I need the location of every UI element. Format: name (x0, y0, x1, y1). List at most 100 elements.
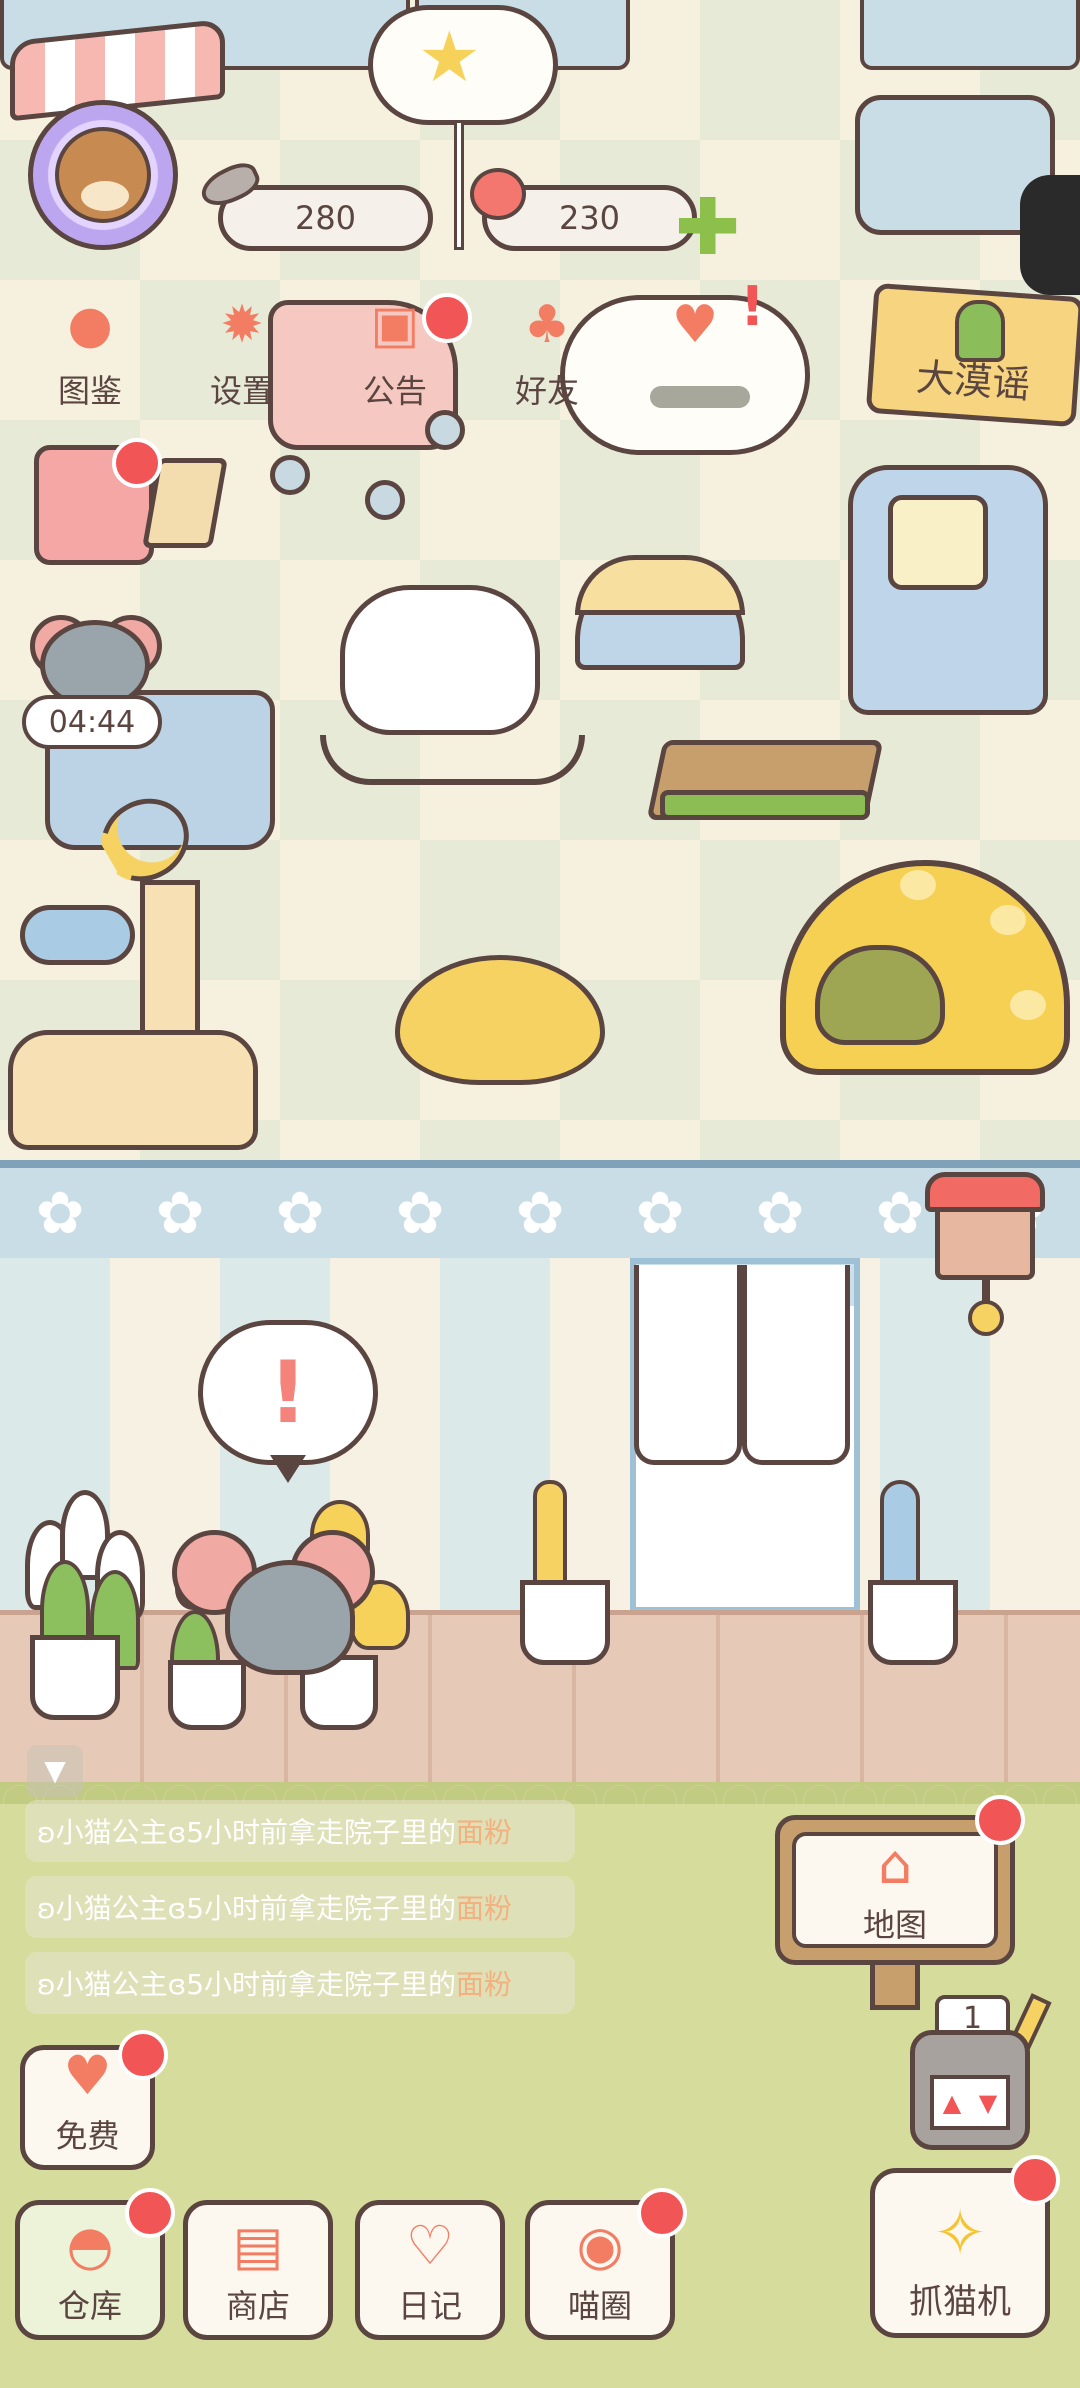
star-icon: ★ (418, 16, 481, 98)
storage-icon: ◓ (66, 2214, 114, 2277)
nav-shop-button[interactable]: ▤ 商店 (183, 2200, 333, 2340)
cat-tree[interactable] (8, 1030, 258, 1150)
flower-icon: ✿ (35, 1179, 85, 1247)
easel-notification-dot (112, 438, 162, 488)
log-entry-item: 面粉 (456, 1892, 513, 1925)
arcade-screen (888, 495, 988, 590)
alert-speech-bubble[interactable]: ! (198, 1320, 378, 1465)
log-collapse-button[interactable]: ▼ (27, 1745, 83, 1797)
grumpy-mouse-visitor[interactable] (225, 1560, 355, 1675)
mushroom-spot (900, 870, 936, 900)
nav-meow-circle-label: 喵圈 (567, 2287, 632, 2325)
shop-icon: ▤ (232, 2214, 284, 2277)
heart-broken-icon: ♥ (671, 295, 719, 355)
flower-icon: ✿ (395, 1179, 445, 1247)
fish-currency-value: 280 (294, 199, 357, 237)
cuckoo-clock-roof (925, 1172, 1045, 1212)
top-wall-right (860, 0, 1080, 70)
house-icon: ⌂ (877, 1833, 913, 1896)
planet-cat-icon: ◉ (576, 2214, 624, 2277)
menu-encyclopedia-label: 图鉴 (57, 372, 122, 410)
log-entry-text: ʚ小猫公主ɞ5小时前拿走院子里的 (37, 1816, 457, 1849)
cherry-currency-value: 230 (558, 199, 621, 237)
mouse-timer: 04:44 (22, 695, 162, 749)
lily-pot[interactable] (30, 1635, 120, 1720)
speech-bubble-tail (270, 1455, 306, 1483)
meow-circle-notification-dot (637, 2188, 687, 2238)
claw-icon: ✧ (933, 2197, 987, 2271)
wall-flower-border: ✿ ✿ ✿ ✿ ✿ ✿ ✿ ✿ ✿ (0, 1168, 1080, 1258)
broom (533, 1480, 567, 1590)
sign-post (870, 1960, 920, 2010)
nav-diary-label: 日记 (397, 2287, 462, 2325)
menu-settings-button[interactable]: ✹ 设置 (182, 290, 302, 420)
friend-alert-icon: ! (740, 275, 765, 338)
diary-icon: ♡ (405, 2214, 455, 2277)
menu-settings-label: 设置 (209, 372, 274, 410)
tiktok-side-icon[interactable] (1020, 175, 1080, 295)
rocking-horse-base (320, 735, 585, 785)
free-reward-label: 免费 (55, 2117, 120, 2155)
announcement-notification-dot (422, 293, 472, 343)
log-entry: ʚ小猫公主ɞ5小时前拿走院子里的 面粉 (25, 1800, 575, 1862)
log-entry-text: ʚ小猫公主ɞ5小时前拿走院子里的 (37, 1892, 457, 1925)
slot-window: ▲ ▼ (930, 2075, 1010, 2130)
broom-bucket[interactable] (520, 1580, 610, 1665)
flower-icon: ✿ (515, 1179, 565, 1247)
door-curtain-left (634, 1265, 742, 1465)
up-arrow-icon: ▲ (942, 2088, 962, 2117)
rocking-horse[interactable] (340, 585, 540, 735)
nav-shop-label: 商店 (225, 2287, 290, 2325)
log-entry-item: 面粉 (456, 1968, 513, 2001)
log-entry-item: 面粉 (456, 1816, 513, 1849)
flower-icon: ✿ (275, 1179, 325, 1247)
player-avatar[interactable] (28, 100, 178, 250)
door-curtain-right (742, 1265, 850, 1465)
log-entry: ʚ小猫公主ɞ5小时前拿走院子里的 面粉 (25, 1952, 575, 2014)
cloud-pole (454, 120, 464, 250)
nav-diary-button[interactable]: ♡ 日记 (355, 2200, 505, 2340)
menu-announcement-label: 公告 (362, 372, 427, 410)
menu-encyclopedia-button[interactable]: ● 图鉴 (30, 290, 150, 420)
map-notification-dot (975, 1795, 1025, 1845)
avatar-bear-face (55, 127, 151, 223)
map-sign-board: ⌂ 地图 (792, 1832, 998, 1948)
exclamation-icon: ! (268, 1342, 308, 1443)
claw-machine-label: 抓猫机 (909, 2282, 1011, 2322)
map-label: 地图 (862, 1906, 927, 1944)
umbrella (880, 1480, 920, 1590)
heart-icon: ♥ (63, 2044, 112, 2107)
nav-storage-label: 仓库 (57, 2287, 122, 2325)
gear-icon: ✹ (220, 295, 264, 355)
free-notification-dot (118, 2030, 168, 2080)
timer-value: 04:44 (48, 704, 136, 740)
cat-face-icon: ● (67, 295, 113, 355)
claw-notification-dot (1010, 2155, 1060, 2205)
stroller-wheel (365, 480, 405, 520)
cherry-icon (470, 168, 526, 220)
storage-notification-dot (125, 2188, 175, 2238)
activity-log: ʚ小猫公主ɞ5小时前拿走院子里的 面粉 ʚ小猫公主ɞ5小时前拿走院子里的 面粉 ʚ小… (25, 1800, 575, 2028)
fish-currency-pill[interactable]: 280 (218, 185, 433, 251)
mushroom-spot (1010, 990, 1046, 1020)
menu-friends-label: 好友 (514, 372, 579, 410)
friends-progress-bar (650, 386, 750, 408)
flower-icon: ✿ (635, 1179, 685, 1247)
add-currency-button[interactable]: ✚ (675, 189, 740, 267)
map-button[interactable]: ⌂ 地图 (775, 1815, 1015, 1965)
tulip-pot[interactable] (168, 1660, 246, 1730)
menu-friends-button[interactable]: ♣ 好友 (487, 290, 607, 420)
down-arrow-icon: ▼ (978, 2088, 998, 2117)
umbrella-stand[interactable] (868, 1580, 958, 1665)
cat-tree-cloud (20, 905, 135, 965)
mushroom-door (815, 945, 945, 1045)
mushroom-spot (990, 905, 1026, 935)
scratch-board-pad (660, 790, 870, 820)
flower-icon: ✿ (875, 1179, 925, 1247)
floor-divider (0, 1160, 1080, 1168)
flower-icon: ✿ (755, 1179, 805, 1247)
flower-icon: ✿ (155, 1179, 205, 1247)
stroller-wheel (270, 455, 310, 495)
log-entry: ʚ小猫公主ɞ5小时前拿走院子里的 面粉 (25, 1876, 575, 1938)
log-entry-text: ʚ小猫公主ɞ5小时前拿走院子里的 (37, 1968, 457, 2001)
